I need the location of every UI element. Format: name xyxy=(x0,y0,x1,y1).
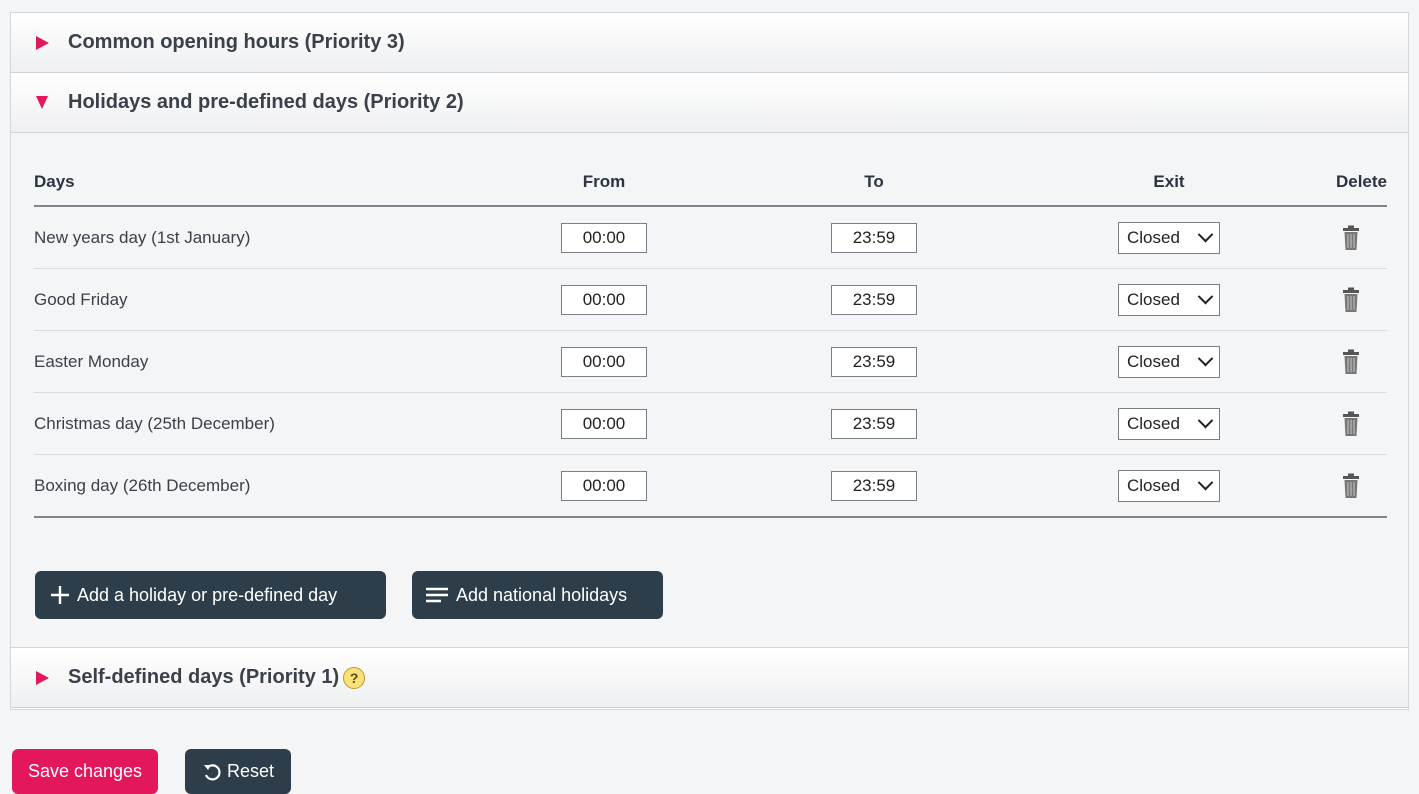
from-time-input[interactable] xyxy=(561,408,647,439)
to-cell xyxy=(654,268,1094,331)
trash-icon[interactable] xyxy=(1341,225,1361,251)
day-name: Christmas day (25th December) xyxy=(34,392,554,455)
exit-select-value: Closed xyxy=(1127,227,1180,247)
column-header-days: Days xyxy=(34,159,554,207)
from-cell xyxy=(554,330,654,393)
exit-cell: Closed xyxy=(1094,392,1244,455)
exit-select[interactable]: Closed xyxy=(1118,345,1220,378)
exit-cell: Closed xyxy=(1094,206,1244,269)
to-time-input[interactable] xyxy=(831,346,917,377)
chevron-down-icon xyxy=(1197,288,1214,305)
exit-select[interactable]: Closed xyxy=(1118,469,1220,502)
list-icon xyxy=(426,587,448,603)
save-changes-button[interactable]: Save changes xyxy=(12,749,158,794)
chevron-down-icon xyxy=(1197,412,1214,429)
from-time-input[interactable] xyxy=(561,222,647,253)
trash-icon[interactable] xyxy=(1341,411,1361,437)
column-header-to: To xyxy=(654,159,1094,207)
day-name: Boxing day (26th December) xyxy=(34,454,554,518)
to-time-input[interactable] xyxy=(831,408,917,439)
exit-select-value: Closed xyxy=(1127,413,1180,433)
accordion-title: Common opening hours (Priority 3) xyxy=(68,31,405,53)
column-header-delete: Delete xyxy=(1244,159,1387,207)
add-holiday-label: Add a holiday or pre-defined day xyxy=(77,584,338,605)
delete-cell xyxy=(1244,454,1387,518)
table-row: Boxing day (26th December) Closed xyxy=(34,454,1387,518)
exit-select-value: Closed xyxy=(1127,475,1180,495)
to-cell xyxy=(654,392,1094,455)
plus-icon xyxy=(51,586,69,604)
to-time-input[interactable] xyxy=(831,222,917,253)
expand-arrow-icon xyxy=(36,670,49,685)
reset-icon xyxy=(203,763,221,780)
accordion-common-opening-hours[interactable]: Common opening hours (Priority 3) xyxy=(11,13,1408,73)
exit-cell: Closed xyxy=(1094,268,1244,331)
from-cell xyxy=(554,454,654,518)
reset-label: Reset xyxy=(226,761,275,781)
accordion-title: Self-defined days (Priority 1) xyxy=(68,666,340,688)
exit-cell: Closed xyxy=(1094,330,1244,393)
exit-select[interactable]: Closed xyxy=(1118,407,1220,440)
table-row: Christmas day (25th December) Closed xyxy=(34,392,1387,455)
table-header-row: Days From To Exit Delete xyxy=(34,159,1387,207)
exit-select[interactable]: Closed xyxy=(1118,221,1220,254)
table-row: New years day (1st January) Closed xyxy=(34,206,1387,269)
to-time-input[interactable] xyxy=(831,284,917,315)
day-name: Good Friday xyxy=(34,268,554,331)
holidays-table: Days From To Exit Delete New years day (… xyxy=(34,159,1387,518)
delete-cell xyxy=(1244,268,1387,331)
opening-hours-panel: Common opening hours (Priority 3) Holida… xyxy=(10,12,1409,710)
trash-icon[interactable] xyxy=(1341,349,1361,375)
from-cell xyxy=(554,268,654,331)
exit-select[interactable]: Closed xyxy=(1118,283,1220,316)
accordion-self-defined-days[interactable]: Self-defined days (Priority 1) ? xyxy=(11,648,1408,708)
add-national-label: Add national holidays xyxy=(456,584,628,605)
from-time-input[interactable] xyxy=(561,284,647,315)
delete-cell xyxy=(1244,392,1387,455)
trash-icon[interactable] xyxy=(1341,473,1361,499)
delete-cell xyxy=(1244,206,1387,269)
collapse-arrow-icon xyxy=(36,96,48,109)
add-holiday-button[interactable]: Add a holiday or pre-defined day xyxy=(35,571,386,619)
accordion-title: Holidays and pre-defined days (Priority … xyxy=(68,91,464,113)
from-time-input[interactable] xyxy=(561,346,647,377)
exit-cell: Closed xyxy=(1094,454,1244,518)
accordion-holidays[interactable]: Holidays and pre-defined days (Priority … xyxy=(11,73,1408,133)
from-time-input[interactable] xyxy=(561,470,647,501)
to-time-input[interactable] xyxy=(831,470,917,501)
exit-select-value: Closed xyxy=(1127,289,1180,309)
from-cell xyxy=(554,206,654,269)
add-national-holidays-button[interactable]: Add national holidays xyxy=(412,571,663,619)
to-cell xyxy=(654,206,1094,269)
day-name: Easter Monday xyxy=(34,330,554,393)
to-cell xyxy=(654,454,1094,518)
exit-select-value: Closed xyxy=(1127,351,1180,371)
delete-cell xyxy=(1244,330,1387,393)
help-icon[interactable]: ? xyxy=(343,666,366,689)
chevron-down-icon xyxy=(1197,226,1214,243)
day-name: New years day (1st January) xyxy=(34,206,554,269)
expand-arrow-icon xyxy=(36,35,49,50)
chevron-down-icon xyxy=(1197,474,1214,491)
column-header-from: From xyxy=(554,159,654,207)
reset-button[interactable]: Reset xyxy=(185,749,291,794)
column-header-exit: Exit xyxy=(1094,159,1244,207)
table-row: Good Friday Closed xyxy=(34,268,1387,331)
table-row: Easter Monday Closed xyxy=(34,330,1387,393)
holidays-panel-body: Days From To Exit Delete New years day (… xyxy=(11,133,1408,648)
chevron-down-icon xyxy=(1197,350,1214,367)
from-cell xyxy=(554,392,654,455)
trash-icon[interactable] xyxy=(1341,287,1361,313)
to-cell xyxy=(654,330,1094,393)
